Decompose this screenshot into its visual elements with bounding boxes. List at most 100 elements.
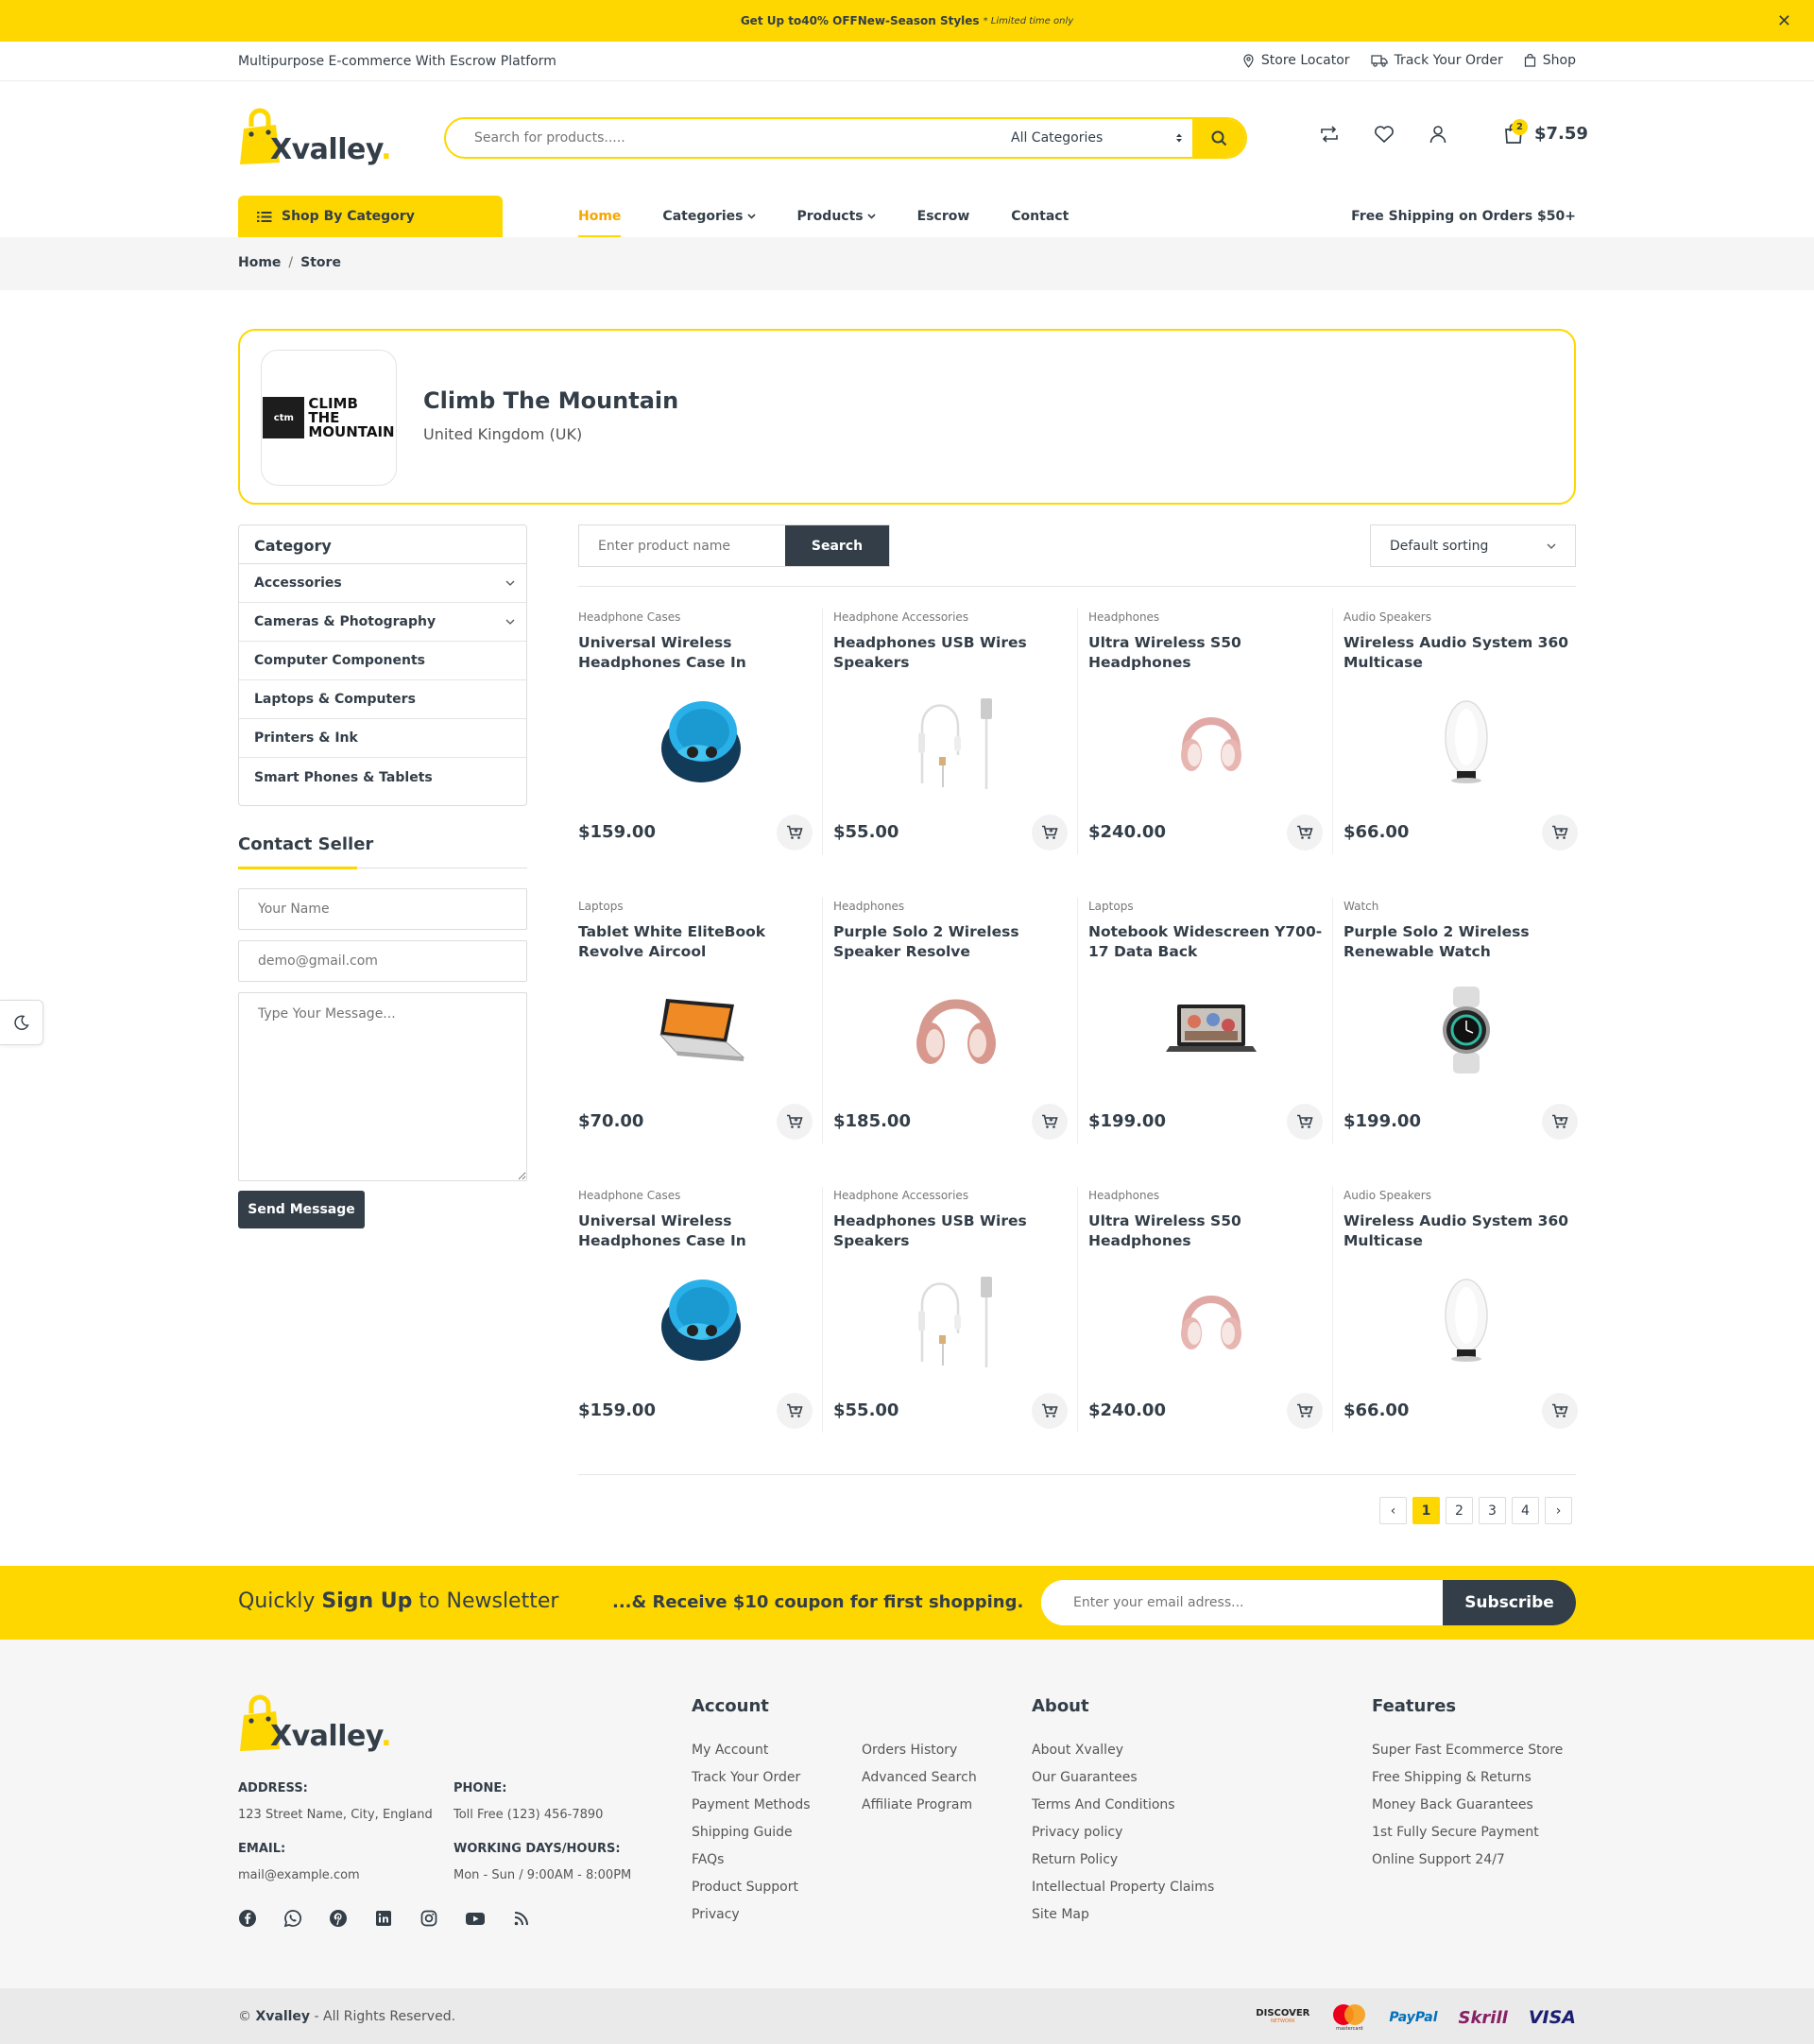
youtube-icon[interactable] bbox=[465, 1909, 486, 1928]
footer-link[interactable]: FAQs bbox=[692, 1846, 811, 1874]
product-name[interactable]: Purple Solo 2 Wireless Speaker Resolve bbox=[833, 922, 1075, 962]
nav-categories[interactable]: Categories bbox=[662, 196, 756, 237]
product-name[interactable]: Ultra Wireless S50 Headphones bbox=[1088, 1211, 1330, 1251]
footer-link[interactable]: Money Back Guarantees bbox=[1372, 1792, 1563, 1819]
product-category[interactable]: Headphones bbox=[833, 900, 904, 913]
footer-link[interactable]: My Account bbox=[692, 1737, 811, 1764]
footer-link[interactable]: Advanced Search bbox=[862, 1764, 977, 1792]
footer-link[interactable]: Free Shipping & Returns bbox=[1372, 1764, 1563, 1792]
newsletter-email-input[interactable] bbox=[1041, 1580, 1443, 1625]
send-message-button[interactable]: Send Message bbox=[238, 1191, 365, 1228]
category-item[interactable]: Printers & Ink bbox=[239, 719, 526, 758]
chevron-down-icon[interactable] bbox=[505, 580, 515, 586]
add-to-cart-button[interactable] bbox=[777, 815, 813, 850]
product-image[interactable] bbox=[890, 1266, 1022, 1372]
instagram-icon[interactable] bbox=[419, 1909, 438, 1928]
add-to-cart-button[interactable] bbox=[1032, 1393, 1068, 1429]
add-to-cart-button[interactable] bbox=[1032, 1104, 1068, 1140]
footer-link[interactable]: Privacy bbox=[692, 1901, 811, 1929]
search-button[interactable] bbox=[1192, 119, 1245, 157]
product-image[interactable] bbox=[1400, 688, 1532, 794]
product-category[interactable]: Headphone Cases bbox=[578, 1189, 680, 1202]
footer-link[interactable]: Payment Methods bbox=[692, 1792, 811, 1819]
product-category[interactable]: Laptops bbox=[1088, 900, 1134, 913]
product-card[interactable]: Audio Speakers Wireless Audio System 360 … bbox=[1343, 601, 1599, 852]
add-to-cart-button[interactable] bbox=[1542, 815, 1578, 850]
shop-by-category-button[interactable]: Shop By Category bbox=[238, 196, 503, 237]
footer-link[interactable]: Our Guarantees bbox=[1032, 1764, 1214, 1792]
rss-icon[interactable] bbox=[512, 1909, 531, 1928]
add-to-cart-button[interactable] bbox=[777, 1393, 813, 1429]
compare-icon[interactable] bbox=[1319, 126, 1340, 143]
footer-link[interactable]: Super Fast Ecommerce Store bbox=[1372, 1737, 1563, 1764]
product-image[interactable] bbox=[1400, 977, 1532, 1083]
product-category[interactable]: Audio Speakers bbox=[1343, 610, 1431, 624]
dark-mode-toggle[interactable] bbox=[0, 1000, 43, 1045]
footer-logo[interactable]: Xvalley. bbox=[238, 1694, 392, 1753]
category-item[interactable]: Laptops & Computers bbox=[239, 680, 526, 719]
add-to-cart-button[interactable] bbox=[1287, 1104, 1323, 1140]
wishlist-heart-icon[interactable] bbox=[1374, 125, 1395, 144]
product-image[interactable] bbox=[890, 977, 1022, 1083]
product-category[interactable]: Headphone Cases bbox=[578, 610, 680, 624]
product-category[interactable]: Headphones bbox=[1088, 1189, 1159, 1202]
page-button[interactable]: 3 bbox=[1479, 1497, 1506, 1524]
product-card[interactable]: Headphone Cases Universal Wireless Headph… bbox=[578, 1179, 833, 1431]
footer-link[interactable]: Return Policy bbox=[1032, 1846, 1214, 1874]
store-locator-link[interactable]: Store Locator bbox=[1242, 53, 1350, 68]
footer-link[interactable]: 1st Fully Secure Payment bbox=[1372, 1819, 1563, 1846]
product-category[interactable]: Headphones bbox=[1088, 610, 1159, 624]
product-card[interactable]: Audio Speakers Wireless Audio System 360 … bbox=[1343, 1179, 1599, 1431]
product-category[interactable]: Audio Speakers bbox=[1343, 1189, 1431, 1202]
product-image[interactable] bbox=[1145, 1266, 1277, 1372]
whatsapp-icon[interactable] bbox=[283, 1909, 302, 1928]
search-input[interactable] bbox=[446, 119, 994, 157]
add-to-cart-button[interactable] bbox=[1542, 1104, 1578, 1140]
product-name[interactable]: Headphones USB Wires Speakers bbox=[833, 633, 1075, 673]
footer-link[interactable]: Privacy policy bbox=[1032, 1819, 1214, 1846]
product-image[interactable] bbox=[635, 977, 767, 1083]
product-name[interactable]: Purple Solo 2 Wireless Renewable Watch bbox=[1343, 922, 1585, 962]
product-name[interactable]: Wireless Audio System 360 Multicase bbox=[1343, 633, 1585, 673]
product-category[interactable]: Laptops bbox=[578, 900, 624, 913]
product-card[interactable]: Laptops Notebook Widescreen Y700-17 Data … bbox=[1088, 890, 1343, 1142]
category-item[interactable]: Accessories bbox=[239, 564, 526, 603]
facebook-icon[interactable] bbox=[238, 1909, 257, 1928]
page-button[interactable]: 1 bbox=[1412, 1497, 1440, 1524]
page-button[interactable]: 4 bbox=[1512, 1497, 1539, 1524]
product-name[interactable]: Universal Wireless Headphones Case In bbox=[578, 633, 820, 673]
page-button[interactable]: 2 bbox=[1446, 1497, 1473, 1524]
product-image[interactable] bbox=[890, 688, 1022, 794]
sorting-select[interactable]: Default sorting bbox=[1370, 524, 1576, 567]
prev-page-button[interactable]: ‹ bbox=[1379, 1497, 1407, 1524]
footer-link[interactable]: Shipping Guide bbox=[692, 1819, 811, 1846]
shop-link[interactable]: Shop bbox=[1524, 53, 1576, 68]
pinterest-icon[interactable] bbox=[329, 1909, 348, 1928]
cart-button[interactable]: 2 $7.59 bbox=[1504, 119, 1588, 144]
product-card[interactable]: Headphones Ultra Wireless S50 Headphones $… bbox=[1088, 1179, 1343, 1431]
email-field[interactable] bbox=[238, 940, 527, 982]
product-image[interactable] bbox=[635, 688, 767, 794]
add-to-cart-button[interactable] bbox=[1287, 1393, 1323, 1429]
product-name[interactable]: Tablet White EliteBook Revolve Aircool bbox=[578, 922, 820, 962]
product-category[interactable]: Headphone Accessories bbox=[833, 1189, 968, 1202]
add-to-cart-button[interactable] bbox=[1287, 815, 1323, 850]
close-icon[interactable]: ✕ bbox=[1777, 11, 1791, 31]
product-card[interactable]: Laptops Tablet White EliteBook Revolve Ai… bbox=[578, 890, 833, 1142]
product-card[interactable]: Headphone Accessories Headphones USB Wire… bbox=[833, 1179, 1088, 1431]
footer-link[interactable]: About Xvalley bbox=[1032, 1737, 1214, 1764]
nav-home[interactable]: Home bbox=[578, 196, 622, 237]
category-item[interactable]: Smart Phones & Tablets bbox=[239, 758, 526, 797]
product-image[interactable] bbox=[1400, 1266, 1532, 1372]
product-category[interactable]: Headphone Accessories bbox=[833, 610, 968, 624]
footer-link[interactable]: Orders History bbox=[862, 1737, 977, 1764]
message-field[interactable] bbox=[238, 992, 527, 1181]
footer-link[interactable]: Site Map bbox=[1032, 1901, 1214, 1929]
footer-link[interactable]: Online Support 24/7 bbox=[1372, 1846, 1563, 1874]
logo[interactable]: Xvalley. bbox=[238, 108, 392, 166]
product-card[interactable]: Headphones Purple Solo 2 Wireless Speaker… bbox=[833, 890, 1088, 1142]
track-order-link[interactable]: Track Your Order bbox=[1370, 53, 1503, 68]
product-search-input[interactable] bbox=[579, 525, 785, 566]
product-name[interactable]: Universal Wireless Headphones Case In bbox=[578, 1211, 820, 1251]
next-page-button[interactable]: › bbox=[1545, 1497, 1572, 1524]
